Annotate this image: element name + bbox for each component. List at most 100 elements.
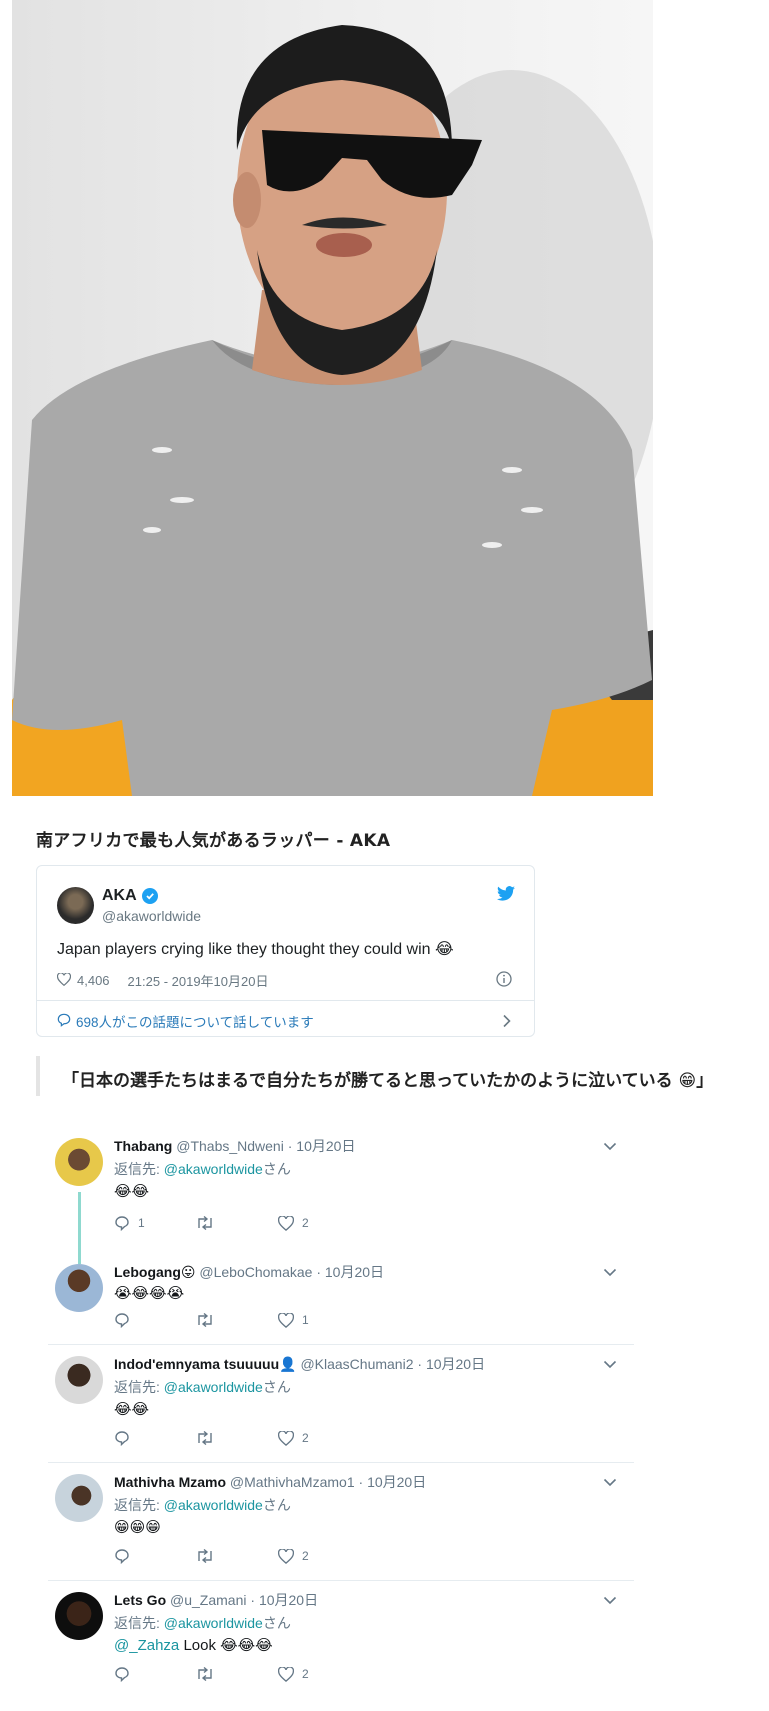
- reply-header: Mathivha Mzamo @MathivhaMzamo1 · 10月20日: [114, 1472, 426, 1492]
- dot-separator: ·: [354, 1474, 368, 1490]
- like-action[interactable]: 2: [278, 1548, 360, 1564]
- chevron-down-icon[interactable]: [603, 1356, 617, 1374]
- chevron-down-icon[interactable]: [603, 1138, 617, 1156]
- reply-mention-link[interactable]: @akaworldwide: [164, 1497, 263, 1513]
- reply-body: 😂😂: [114, 1401, 150, 1418]
- heart-icon: [278, 1666, 294, 1682]
- reply-actions: 2: [114, 1430, 360, 1446]
- reply-icon: [115, 1216, 129, 1231]
- conversation-link[interactable]: 698人がこの話題について話しています: [57, 1011, 314, 1031]
- speech-bubble-icon: [57, 1013, 71, 1030]
- reply-mention-link[interactable]: @akaworldwide: [164, 1161, 263, 1177]
- card-divider: [37, 1000, 534, 1001]
- retweet-icon: [198, 1216, 212, 1230]
- replying-to-label: 返信先:: [114, 1161, 164, 1177]
- author-name-row[interactable]: AKA: [102, 887, 158, 905]
- reply-avatar[interactable]: [55, 1592, 103, 1640]
- like-count: 2: [302, 1431, 309, 1445]
- reply-handle[interactable]: @LeboChomakae: [199, 1264, 312, 1280]
- reply-author-name[interactable]: Indod'emnyama tsuuuuu👤: [114, 1356, 297, 1372]
- replying-to: 返信先: @akaworldwideさん: [114, 1613, 291, 1633]
- reply-mention-link[interactable]: @akaworldwide: [164, 1615, 263, 1631]
- reply-header: Lebogang😛 @LeboChomakae · 10月20日: [114, 1262, 384, 1282]
- author-handle[interactable]: @akaworldwide: [102, 908, 201, 924]
- heart-icon: [278, 1312, 294, 1328]
- body-mention-link[interactable]: @_Zahza: [114, 1637, 179, 1654]
- chevron-right-icon[interactable]: [502, 1014, 512, 1033]
- reply-separator: [48, 1462, 634, 1463]
- reply-item[interactable]: Mathivha Mzamo @MathivhaMzamo1 · 10月20日 …: [48, 1468, 634, 1586]
- reply-count: 1: [138, 1216, 145, 1230]
- retweet-action[interactable]: [196, 1313, 278, 1327]
- reply-date[interactable]: 10月20日: [426, 1356, 485, 1372]
- reply-mention-link[interactable]: @akaworldwide: [164, 1379, 263, 1395]
- retweet-action[interactable]: [196, 1667, 278, 1681]
- like-action[interactable]: 2: [278, 1430, 360, 1446]
- reply-avatar[interactable]: [55, 1138, 103, 1186]
- reply-avatar[interactable]: [55, 1356, 103, 1404]
- reply-handle[interactable]: @MathivhaMzamo1: [230, 1474, 355, 1490]
- reply-item[interactable]: Thabang @Thabs_Ndweni · 10月20日 返信先: @aka…: [48, 1132, 634, 1264]
- author-display-name: AKA: [102, 887, 137, 904]
- like-action[interactable]: 2: [278, 1666, 360, 1682]
- portrait-illustration: [12, 25, 653, 796]
- reply-handle[interactable]: @KlaasChumani2: [300, 1356, 413, 1372]
- retweet-action[interactable]: [196, 1549, 278, 1563]
- reply-author-name[interactable]: Thabang: [114, 1138, 172, 1154]
- dot-separator: ·: [246, 1592, 259, 1608]
- reply-handle[interactable]: @u_Zamani: [170, 1592, 246, 1608]
- replying-to-label: 返信先:: [114, 1497, 164, 1513]
- reply-action[interactable]: [114, 1666, 196, 1682]
- tweet-meta: 4,406 21:25 - 2019年10月20日: [56, 971, 269, 990]
- reply-date[interactable]: 10月20日: [367, 1474, 426, 1490]
- reply-body-text: Look 😂😂😂: [183, 1637, 273, 1654]
- replying-to: 返信先: @akaworldwideさん: [114, 1495, 291, 1515]
- conversation-text: 698人がこの話題について話しています: [76, 1015, 314, 1030]
- like-count: 1: [302, 1313, 309, 1327]
- reply-action[interactable]: [114, 1430, 196, 1446]
- tweet-timestamp[interactable]: 21:25 - 2019年10月20日: [128, 971, 269, 990]
- like-action[interactable]: 1: [278, 1312, 360, 1328]
- reply-item[interactable]: Lebogang😛 @LeboChomakae · 10月20日 😭😂😂😭 1: [48, 1258, 634, 1348]
- chevron-down-icon[interactable]: [603, 1474, 617, 1492]
- article-caption: 南アフリカで最も人気があるラッパー - AKA: [36, 831, 391, 851]
- like-count[interactable]: 4,406: [77, 973, 110, 988]
- retweet-icon: [198, 1313, 212, 1327]
- chevron-down-icon[interactable]: [603, 1264, 617, 1282]
- reply-avatar[interactable]: [55, 1264, 103, 1312]
- replying-to-suffix: さん: [262, 1497, 291, 1513]
- replying-to-suffix: さん: [262, 1161, 291, 1177]
- reply-action[interactable]: [114, 1312, 196, 1328]
- reply-action[interactable]: 1: [114, 1215, 196, 1231]
- verified-badge-icon: [141, 888, 158, 904]
- reply-handle[interactable]: @Thabs_Ndweni: [176, 1138, 284, 1154]
- reply-avatar[interactable]: [55, 1474, 103, 1522]
- reply-body: @_Zahza Look 😂😂😂: [114, 1636, 273, 1654]
- twitter-bird-icon[interactable]: [497, 886, 515, 906]
- retweet-action[interactable]: [196, 1216, 278, 1230]
- hero-photo: [12, 0, 653, 796]
- author-avatar[interactable]: [57, 887, 94, 924]
- reply-date[interactable]: 10月20日: [259, 1592, 318, 1608]
- reply-author-name[interactable]: Lets Go: [114, 1592, 166, 1608]
- info-icon[interactable]: [496, 971, 512, 992]
- reply-header: Lets Go @u_Zamani · 10月20日: [114, 1590, 318, 1610]
- reply-author-name[interactable]: Lebogang😛: [114, 1264, 195, 1280]
- reply-item[interactable]: Lets Go @u_Zamani · 10月20日 返信先: @akaworl…: [48, 1586, 634, 1704]
- dot-separator: ·: [283, 1138, 297, 1154]
- reply-item[interactable]: Indod'emnyama tsuuuuu👤 @KlaasChumani2 · …: [48, 1350, 634, 1468]
- replying-to-suffix: さん: [262, 1615, 291, 1631]
- reply-date[interactable]: 10月20日: [296, 1138, 355, 1154]
- replying-to-label: 返信先:: [114, 1379, 164, 1395]
- reply-header: Thabang @Thabs_Ndweni · 10月20日: [114, 1136, 355, 1156]
- embedded-tweet-card[interactable]: AKA @akaworldwide Japan players crying l…: [36, 865, 535, 1037]
- retweet-action[interactable]: [196, 1431, 278, 1445]
- chevron-down-icon[interactable]: [603, 1592, 617, 1610]
- reply-action[interactable]: [114, 1548, 196, 1564]
- heart-icon[interactable]: [56, 971, 72, 989]
- reply-author-name[interactable]: Mathivha Mzamo: [114, 1474, 226, 1490]
- like-action[interactable]: 2: [278, 1215, 360, 1231]
- reply-date[interactable]: 10月20日: [325, 1264, 384, 1280]
- reply-actions: 1 2: [114, 1215, 360, 1231]
- reply-icon: [115, 1313, 129, 1328]
